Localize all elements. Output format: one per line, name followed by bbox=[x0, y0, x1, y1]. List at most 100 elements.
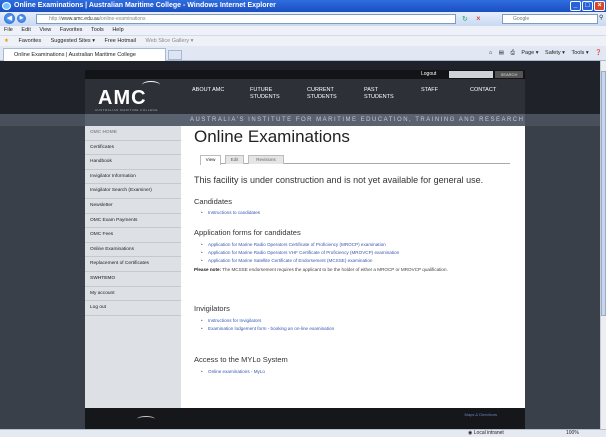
tab-revisions[interactable]: Revisions bbox=[248, 155, 284, 164]
print-icon[interactable]: ⎙ bbox=[510, 50, 514, 56]
nav-future-students[interactable]: FUTURE STUDENTS bbox=[250, 87, 280, 101]
note-text: The MCSSE endorsement requires the appli… bbox=[221, 267, 448, 272]
refresh-icon[interactable]: ↻ bbox=[462, 15, 468, 23]
page-title: Online Examinations bbox=[194, 127, 350, 146]
url-domain: www.amc.edu.au bbox=[61, 16, 100, 22]
nav-staff[interactable]: STAFF bbox=[421, 87, 438, 94]
application-forms-heading: Application forms for candidates bbox=[194, 228, 301, 237]
construction-notice: This facility is under construction and … bbox=[194, 175, 484, 185]
status-bar: ◉ Local intranet 100% bbox=[0, 429, 606, 437]
menu-tools[interactable]: Tools bbox=[91, 27, 104, 33]
tab-edit[interactable]: Edit bbox=[225, 155, 244, 164]
candidates-heading: Candidates bbox=[194, 197, 232, 206]
help-icon[interactable]: ❓ bbox=[595, 50, 602, 56]
logo-text: AMC bbox=[98, 87, 147, 109]
site-header: AMC AUSTRALIAN MARITIME COLLEGE ABOUT AM… bbox=[85, 79, 525, 114]
favorites-free-hotmail[interactable]: Free Hotmail bbox=[105, 38, 136, 44]
search-placeholder: Google bbox=[513, 16, 530, 22]
new-tab-button[interactable] bbox=[168, 50, 182, 60]
maximize-button[interactable]: □ bbox=[582, 1, 593, 11]
logo-subtitle: AUSTRALIAN MARITIME COLLEGE bbox=[95, 108, 158, 112]
sidebar-item-handbook[interactable]: Handbook bbox=[85, 155, 181, 170]
link-mrovcp-application[interactable]: Application for Marine Radio Operators V… bbox=[201, 250, 399, 255]
home-icon[interactable]: ⌂ bbox=[489, 50, 492, 56]
favorites-suggested-sites[interactable]: Suggested Sites ▾ bbox=[51, 38, 95, 44]
main-content: Online Examinations View Edit Revisions … bbox=[181, 126, 525, 408]
menu-edit[interactable]: Edit bbox=[21, 27, 30, 33]
sidebar-item-my-account[interactable]: My account bbox=[85, 287, 181, 302]
link-online-exams-mylo[interactable]: Online examinations - MyLo bbox=[201, 369, 265, 374]
tab-title: Online Examinations | Australian Maritim… bbox=[14, 52, 136, 58]
sidebar-item-online-examinations[interactable]: Online Examinations bbox=[85, 243, 181, 258]
site-top-bar: Logout SEARCH bbox=[85, 70, 525, 79]
logo-swoosh-icon bbox=[142, 81, 160, 89]
site-footer: Maps & Directions bbox=[85, 408, 525, 429]
link-instructions-candidates[interactable]: Instructions to candidates bbox=[201, 210, 260, 215]
link-mrocp-application[interactable]: Application for Marine Radio Operators C… bbox=[201, 242, 386, 247]
sidebar-item-swhtemo[interactable]: SWHTEMO bbox=[85, 272, 181, 287]
favorites-button[interactable]: Favorites bbox=[18, 38, 41, 44]
minimize-button[interactable]: _ bbox=[570, 1, 581, 11]
nav-past-students[interactable]: PAST STUDENTS bbox=[364, 87, 394, 101]
sidebar-item-newsletter[interactable]: Newsletter bbox=[85, 199, 181, 214]
nav-about-amc[interactable]: ABOUT AMC bbox=[192, 87, 224, 94]
web-page: Logout SEARCH AMC AUSTRALIAN MARITIME CO… bbox=[0, 61, 600, 429]
mylo-heading: Access to the MYLo System bbox=[194, 355, 288, 364]
nav-current-students[interactable]: CURRENT STUDENTS bbox=[307, 87, 337, 101]
favorites-web-slice[interactable]: Web Slice Gallery ▾ bbox=[146, 38, 194, 44]
sidebar-item-invigilator-search[interactable]: Invigilator Search (Examiner) bbox=[85, 184, 181, 199]
status-zone-text: Local intranet bbox=[473, 430, 504, 436]
sidebar-item-log-out[interactable]: Log out bbox=[85, 301, 181, 316]
status-zone: ◉ Local intranet bbox=[468, 430, 504, 437]
browser-tab[interactable]: Online Examinations | Australian Maritim… bbox=[3, 48, 166, 61]
stop-icon[interactable]: × bbox=[476, 14, 481, 23]
tab-view[interactable]: View bbox=[200, 155, 221, 165]
favorites-star-icon: ★ bbox=[4, 38, 9, 44]
zoom-level[interactable]: 100% bbox=[566, 430, 579, 437]
site-search-button[interactable]: SEARCH bbox=[495, 71, 523, 78]
command-tools[interactable]: Tools ▾ bbox=[571, 50, 588, 56]
address-row: ◀ ▶ http://www.amc.edu.au/online-examina… bbox=[0, 12, 606, 26]
search-icon[interactable]: ⚲ bbox=[599, 14, 603, 21]
command-page[interactable]: Page ▾ bbox=[521, 50, 538, 56]
logout-link[interactable]: Logout bbox=[421, 70, 436, 79]
menu-help[interactable]: Help bbox=[112, 27, 123, 33]
page-tabs: View Edit Revisions bbox=[200, 155, 510, 165]
ie-logo-icon bbox=[2, 2, 11, 10]
menu-view[interactable]: View bbox=[39, 27, 51, 33]
site-tagline: AUSTRALIA'S INSTITUTE FOR MARITIME EDUCA… bbox=[85, 114, 525, 126]
sidebar-item-certificates[interactable]: Certificates bbox=[85, 141, 181, 156]
command-safety[interactable]: Safety ▾ bbox=[545, 50, 565, 56]
mcsse-note: Please note: The MCSSE endorsement requi… bbox=[194, 267, 448, 272]
sidebar-item-omc-exam-payments[interactable]: OMC Exam Payments bbox=[85, 214, 181, 229]
sidebar-item-omc-fees[interactable]: OMC Fees bbox=[85, 228, 181, 243]
menu-file[interactable]: File bbox=[4, 27, 13, 33]
url-prefix: http:// bbox=[49, 16, 62, 22]
tab-row: Online Examinations | Australian Maritim… bbox=[0, 46, 606, 61]
link-instructions-invigilators[interactable]: Instructions for Invigilators bbox=[201, 318, 261, 323]
nav-contact[interactable]: CONTACT bbox=[470, 87, 496, 94]
close-button[interactable]: × bbox=[594, 1, 605, 11]
sidebar-item-omc-home[interactable]: OMC HOME bbox=[85, 126, 181, 141]
window-title: Online Examinations | Australian Maritim… bbox=[14, 2, 276, 9]
forward-icon[interactable]: ▶ bbox=[17, 14, 26, 23]
address-bar[interactable]: http://www.amc.edu.au/online-examination… bbox=[36, 14, 456, 24]
maps-directions-link[interactable]: Maps & Directions bbox=[465, 412, 497, 417]
amc-logo[interactable]: AMC bbox=[98, 81, 160, 110]
sidebar-item-invigilator-information[interactable]: Invigilator Information bbox=[85, 170, 181, 185]
command-bar: ⌂ ▤ ⎙ Page ▾ Safety ▾ Tools ▾ ❓ bbox=[484, 48, 602, 59]
menu-favorites[interactable]: Favorites bbox=[60, 27, 83, 33]
page-scrollbar[interactable] bbox=[600, 61, 606, 429]
sidebar-menu: OMC HOME Certificates Handbook Invigilat… bbox=[85, 126, 181, 408]
feeds-icon[interactable]: ▤ bbox=[499, 50, 504, 56]
search-input[interactable]: Google bbox=[502, 14, 598, 24]
site-search-input[interactable] bbox=[449, 71, 493, 78]
note-label: Please note: bbox=[194, 267, 222, 272]
back-icon[interactable]: ◀ bbox=[4, 13, 15, 24]
scrollbar-thumb[interactable] bbox=[601, 71, 606, 316]
link-examination-lodgement-form[interactable]: Examination lodgement form - booking an … bbox=[201, 326, 334, 331]
favorites-bar: ★ Favorites Suggested Sites ▾ Free Hotma… bbox=[0, 35, 606, 46]
sidebar-item-replacement-certificates[interactable]: Replacement of Certificates bbox=[85, 257, 181, 272]
link-mcsse-application[interactable]: Application for Marine Satellite Certifi… bbox=[201, 258, 372, 263]
window-title-bar: Online Examinations | Australian Maritim… bbox=[0, 0, 606, 12]
